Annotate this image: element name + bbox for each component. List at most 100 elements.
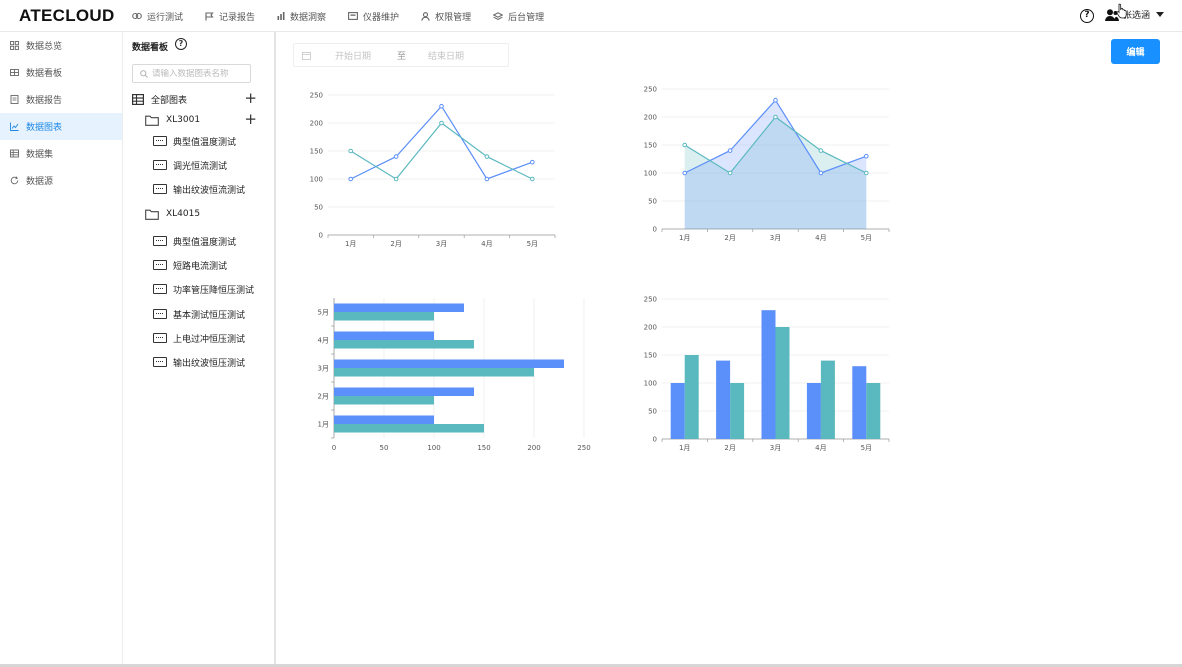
bar <box>670 383 685 439</box>
tree-leaf-label: 上电过冲恒压测试 <box>173 334 246 345</box>
sidebar-item-datasource[interactable]: 数据源 <box>0 167 122 194</box>
tree-leaf-label: 基本测试恒压测试 <box>173 310 246 321</box>
bar <box>334 424 484 433</box>
y-tick-label: 4月 <box>318 337 329 345</box>
sidebar-item-board[interactable]: 数据看板 <box>0 59 122 86</box>
sidebar-item-dataset[interactable]: 数据集 <box>0 140 122 167</box>
y-tick-label: 100 <box>644 380 657 388</box>
data-point <box>484 176 490 182</box>
nav-label: 记录报告 <box>219 12 256 23</box>
tree-leaf[interactable]: 调光恒流测试 <box>153 157 227 173</box>
report-icon <box>10 95 19 104</box>
data-point <box>818 148 824 153</box>
bar <box>806 383 821 439</box>
user-menu[interactable]: 张选涵 <box>1105 8 1165 21</box>
tree-leaf[interactable]: 功率管压降恒压测试 <box>153 281 254 297</box>
y-tick-label: 3月 <box>318 365 329 373</box>
table-icon <box>10 149 19 158</box>
edit-button[interactable]: 编辑 <box>1111 39 1160 64</box>
date-start-input[interactable]: 开始日期 <box>335 49 371 62</box>
instrument-icon <box>348 12 358 20</box>
date-separator: 至 <box>397 51 407 62</box>
add-icon[interactable]: + <box>244 91 257 106</box>
tree-leaf[interactable]: 上电过冲恒压测试 <box>153 330 245 346</box>
bar <box>334 368 534 377</box>
layers-icon <box>493 11 504 20</box>
help-icon[interactable]: ? <box>175 38 187 50</box>
nav-permission[interactable]: 权限管理 <box>421 10 471 23</box>
main-content: 开始日期 至 结束日期 编辑 0 50 100 150 200 250 1月 2月 3月 4月 5月… <box>278 32 1182 664</box>
horizontal-bar-chart: 0 50 100 150 200 250 1月 2月 3月 4月 5月 <box>318 298 591 452</box>
x-tick-label: 3月 <box>770 234 781 242</box>
bar <box>334 303 464 312</box>
calendar-icon <box>302 51 311 60</box>
x-tick-label: 3月 <box>436 240 447 248</box>
tree-leaf-label: 功率管压降恒压测试 <box>173 285 255 296</box>
tree-root-all-charts[interactable]: 全部图表 + <box>132 91 257 107</box>
add-icon[interactable]: + <box>244 112 257 127</box>
refresh-icon <box>10 176 19 185</box>
folder-label: XL4015 <box>166 209 201 219</box>
user-icon <box>421 11 430 21</box>
nav-label: 后台管理 <box>508 12 545 23</box>
sidebar-item-overview[interactable]: 数据总览 <box>0 32 122 59</box>
tree-leaf-label: 调光恒流测试 <box>173 161 228 172</box>
x-tick-label: 250 <box>577 444 590 452</box>
folder-label: XL3001 <box>166 115 201 125</box>
bar <box>334 312 434 321</box>
nav-data-insight[interactable]: 数据洞察 <box>277 10 326 23</box>
bar <box>820 360 835 439</box>
sidebar: 数据总览 数据看板 数据报告 数据图表 数据集 数据源 <box>0 32 123 664</box>
tree-leaf[interactable]: 输出纹波恒压测试 <box>153 354 245 370</box>
data-point <box>818 170 824 176</box>
tree-leaf-label: 输出纹波恒流测试 <box>173 185 246 196</box>
tree-leaf[interactable]: 输出纹波恒流测试 <box>153 181 245 197</box>
caret-down-icon <box>1156 12 1165 17</box>
tree-leaf[interactable]: 典型值温度测试 <box>153 133 236 149</box>
sidebar-item-report[interactable]: 数据报告 <box>0 86 122 113</box>
y-tick-label: 50 <box>648 198 657 206</box>
chart-item-icon <box>153 309 167 319</box>
y-tick-label: 150 <box>310 148 323 156</box>
chart-tree-panel: 数据看板 ? 全部图表 + XL3001 + 典型值温度测试 调光恒流测试 输出… <box>124 32 276 664</box>
board-icon <box>10 69 19 76</box>
bar <box>334 415 434 424</box>
nav-run-test[interactable]: 运行测试 <box>132 10 183 23</box>
nav-instrument-maintenance[interactable]: 仪器维护 <box>348 10 399 23</box>
grid-icon <box>10 41 19 50</box>
flag-icon <box>205 11 214 20</box>
nav-backend[interactable]: 后台管理 <box>493 10 544 23</box>
bar <box>334 340 474 349</box>
data-point <box>682 170 688 176</box>
data-point <box>727 148 733 153</box>
nav-record-report[interactable]: 记录报告 <box>205 10 255 23</box>
tree-leaf[interactable]: 短路电流测试 <box>153 257 227 273</box>
data-point <box>484 154 490 159</box>
x-tick-label: 100 <box>427 444 440 452</box>
folder-xl4015[interactable]: XL4015 <box>145 206 252 222</box>
folder-xl3001[interactable]: XL3001 + <box>145 112 257 128</box>
help-icon[interactable]: ? <box>1080 9 1094 23</box>
date-range-picker[interactable]: 开始日期 至 结束日期 <box>293 43 509 67</box>
tree-leaf[interactable]: 典型值温度测试 <box>153 233 236 249</box>
x-tick-label: 1月 <box>679 234 690 242</box>
date-end-input[interactable]: 结束日期 <box>428 49 464 62</box>
x-tick-label: 200 <box>527 444 540 452</box>
y-tick-label: 150 <box>644 352 657 360</box>
nav-label: 仪器维护 <box>363 12 400 23</box>
chart-search[interactable] <box>132 64 251 83</box>
y-tick-label: 150 <box>644 142 657 150</box>
tree-leaf[interactable]: 基本测试恒压测试 <box>153 306 245 322</box>
data-point <box>530 159 535 165</box>
search-input[interactable] <box>152 68 246 79</box>
chart-item-icon <box>153 357 167 367</box>
tree-leaf-label: 短路电流测试 <box>173 261 228 272</box>
y-tick-label: 5月 <box>318 309 329 317</box>
bar <box>334 396 434 405</box>
bar-chart-icon <box>277 12 285 20</box>
x-tick-label: 4月 <box>815 444 826 452</box>
sidebar-item-chart[interactable]: 数据图表 <box>0 113 122 140</box>
app-logo: ATECLOUD <box>19 6 115 25</box>
data-point <box>682 142 688 148</box>
x-tick-label: 0 <box>332 444 336 452</box>
